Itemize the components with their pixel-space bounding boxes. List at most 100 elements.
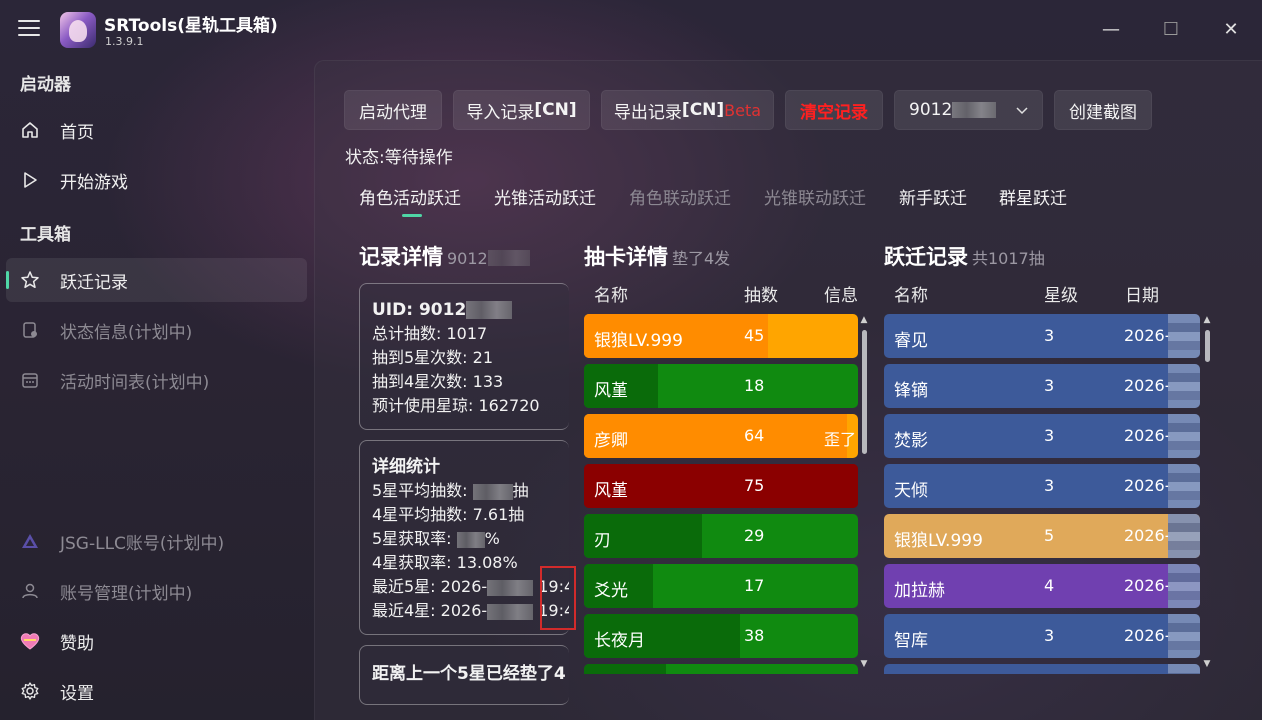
scroll-up-icon[interactable]: ▲ [1202, 316, 1212, 325]
pull-row[interactable]: 刃 29 [584, 514, 858, 558]
play-icon [19, 169, 41, 191]
warp-record-row[interactable]: 智库 3 2026- [884, 614, 1200, 658]
record-date: 2026- [1124, 526, 1171, 545]
sidebar-item-home[interactable]: 首页 [6, 108, 307, 152]
highlight-box [540, 566, 576, 630]
pull-list-scrollbar[interactable]: ▲ ▼ [859, 316, 869, 669]
sidebar-section-launcher: 启动器 [20, 75, 71, 95]
scroll-thumb[interactable] [862, 330, 867, 454]
pull-detail-title: 抽卡详情 垫了4发 [584, 241, 730, 271]
stats-avg5: 5星平均抽数: 抽 [372, 479, 557, 503]
uid-redaction [952, 102, 997, 118]
tab-lightcone-collab-warp[interactable]: 光锥联动跃迁 [764, 184, 866, 209]
pull-row[interactable]: 风堇 75 [584, 464, 858, 508]
record-star: 3 [1044, 326, 1055, 345]
warp-record-row[interactable] [884, 664, 1200, 674]
pity-card: 距离上一个5星已经垫了4 [359, 645, 569, 705]
date-redaction [1168, 664, 1200, 674]
warp-record-row[interactable]: 天倾 3 2026- [884, 464, 1200, 508]
status-text: 状态:等待操作 [345, 148, 453, 168]
warp-record-row[interactable]: 焚影 3 2026- [884, 414, 1200, 458]
tab-character-event-warp[interactable]: 角色活动跃迁 [359, 184, 461, 209]
warp-record-row[interactable]: 锋镝 3 2026- [884, 364, 1200, 408]
scroll-down-icon[interactable]: ▼ [1202, 660, 1212, 669]
pull-list[interactable]: 银狼LV.999 45 风堇 18 彦卿 64 歪了 风堇 75 刃 29 爻光 17 长夜月 38 [584, 314, 858, 674]
uid-select[interactable]: 9012 [894, 90, 1043, 130]
record-col-date: 日期 [1125, 286, 1159, 306]
stats-rate4: 4星获取率: 13.08% [372, 553, 518, 572]
uid-select-value: 9012 [909, 100, 997, 120]
pull-count: 45 [744, 326, 765, 345]
pull-count: 29 [744, 526, 765, 545]
summary-card: UID: 9012 总计抽数: 1017 抽到5星次数: 21 抽到4星次数: … [359, 283, 569, 430]
tab-character-collab-warp[interactable]: 角色联动跃迁 [629, 184, 731, 209]
value-redaction [456, 531, 485, 548]
pull-count: 18 [744, 376, 765, 395]
pull-name: 银狼LV.999 [594, 331, 683, 351]
tab-stellar-warp[interactable]: 群星跃迁 [999, 184, 1067, 209]
pull-row[interactable] [584, 664, 858, 674]
warp-record-row[interactable]: 睿见 3 2026- [884, 314, 1200, 358]
pull-row[interactable]: 银狼LV.999 45 [584, 314, 858, 358]
close-button[interactable]: ✕ [1208, 14, 1254, 44]
pull-name: 刃 [594, 531, 611, 551]
sidebar-item-status-info[interactable]: 状态信息(计划中) [6, 308, 307, 352]
gear-icon [19, 680, 41, 702]
pity-text: 距离上一个5星已经垫了4 [372, 664, 566, 684]
sidebar-item-label: 跃迁记录 [60, 272, 128, 293]
scroll-thumb[interactable] [1205, 330, 1210, 362]
export-label: 导出记录 [613, 102, 682, 123]
maximize-button[interactable]: ☐ [1148, 14, 1194, 44]
create-screenshot-button[interactable]: 创建截图 [1054, 90, 1152, 130]
warp-records-heading: 跃迁记录 [884, 245, 968, 269]
sidebar-item-sponsor[interactable]: 赞助 [6, 619, 307, 663]
avg5-label: 5星平均抽数: [372, 481, 468, 500]
record-date: 2026- [1124, 626, 1171, 645]
export-records-button[interactable]: 导出记录 [CN] Beta [601, 90, 774, 130]
pull-row[interactable]: 爻光 17 [584, 564, 858, 608]
summary-jade: 预计使用星琼: 162720 [372, 396, 540, 415]
record-name: 锋镝 [894, 381, 928, 401]
app-logo [60, 12, 96, 48]
date-redaction [487, 603, 534, 620]
date-redaction [487, 579, 534, 596]
pull-count: 38 [744, 626, 765, 645]
rate5-unit: % [484, 529, 500, 548]
clear-records-button[interactable]: 清空记录 [785, 90, 883, 130]
tab-lightcone-event-warp[interactable]: 光锥活动跃迁 [494, 184, 596, 209]
home-icon [19, 119, 41, 141]
record-list-scrollbar[interactable]: ▲ ▼ [1202, 316, 1212, 669]
uid-label: UID: 9012 [372, 300, 467, 320]
date-redaction [1168, 414, 1200, 458]
tab-novice-warp[interactable]: 新手跃迁 [899, 184, 967, 209]
record-star: 3 [1044, 426, 1055, 445]
pull-row[interactable]: 彦卿 64 歪了 [584, 414, 858, 458]
pull-count: 64 [744, 426, 765, 445]
scroll-up-icon[interactable]: ▲ [859, 316, 869, 325]
record-date: 2026- [1124, 476, 1171, 495]
export-region-label: [CN] [681, 100, 725, 120]
value-redaction [472, 483, 513, 500]
import-records-button[interactable]: 导入记录 [CN] [453, 90, 590, 130]
hamburger-menu-icon[interactable] [18, 20, 40, 38]
sidebar-item-jsg-account[interactable]: JSG-LLC账号(计划中) [6, 519, 307, 563]
pull-name: 彦卿 [594, 431, 628, 451]
record-name: 睿见 [894, 331, 928, 351]
pull-row[interactable]: 长夜月 38 [584, 614, 858, 658]
start-proxy-button[interactable]: 启动代理 [344, 90, 442, 130]
pull-bar-fill [584, 664, 667, 674]
sidebar-item-start-game[interactable]: 开始游戏 [6, 158, 307, 202]
sidebar-item-account-manager[interactable]: 账号管理(计划中) [6, 569, 307, 613]
sidebar-item-event-schedule[interactable]: 活动时间表(计划中) [6, 358, 307, 402]
sidebar-item-warp-records[interactable]: 跃迁记录 [6, 258, 307, 302]
warp-record-list[interactable]: 睿见 3 2026- 锋镝 3 2026- 焚影 3 2026- 天倾 3 2026- 银狼LV.999… [884, 314, 1200, 674]
minimize-button[interactable]: — [1088, 14, 1134, 44]
warp-record-row[interactable]: 加拉赫 4 2026- [884, 564, 1200, 608]
pull-row[interactable]: 风堇 18 [584, 364, 858, 408]
scroll-down-icon[interactable]: ▼ [859, 660, 869, 669]
stats-last4: 最近4星: 2026- 19:4 [372, 599, 569, 623]
record-col-name: 名称 [894, 286, 928, 306]
record-date: 2026- [1124, 426, 1171, 445]
sidebar-item-settings[interactable]: 设置 [6, 669, 307, 713]
warp-record-row[interactable]: 银狼LV.999 5 2026- [884, 514, 1200, 558]
